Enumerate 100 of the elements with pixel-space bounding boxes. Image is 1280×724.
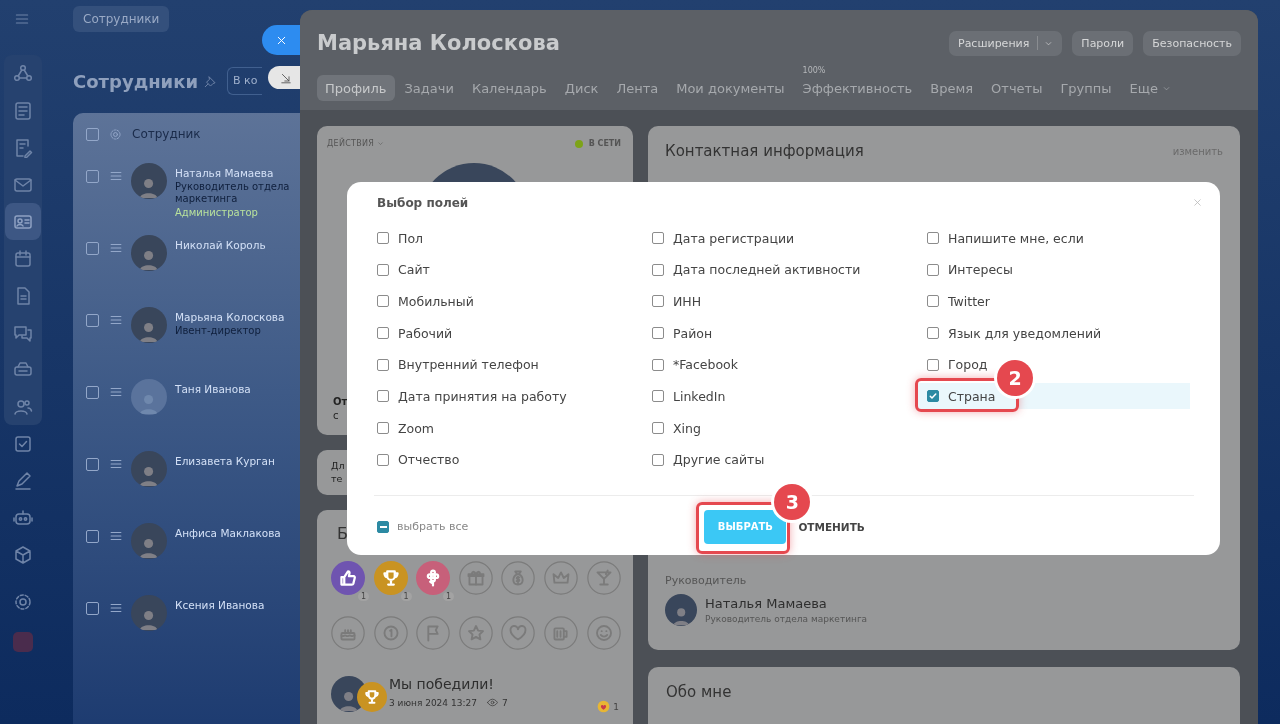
checkbox-field[interactable]: Мобильный <box>377 293 474 309</box>
signature-icon[interactable] <box>12 470 33 491</box>
square-icon <box>12 632 33 652</box>
badge-count: 1 <box>400 592 412 601</box>
manager-position: Руководитель отдела маркетинга <box>705 614 868 624</box>
drag-handle-icon[interactable] <box>109 385 123 399</box>
employee-name[interactable]: Наталья Мамаева <box>175 167 300 179</box>
drag-handle-icon[interactable] <box>109 529 123 543</box>
badge-count: 1 <box>443 592 455 601</box>
avatar <box>131 523 167 559</box>
checkbox-field[interactable]: Дата последней активности <box>652 262 861 278</box>
money-bag-icon <box>501 561 536 595</box>
menu-icon[interactable] <box>13 11 30 27</box>
checkbox-field[interactable]: Сайт <box>377 262 430 278</box>
cancel-button[interactable]: ОТМЕНИТЬ <box>792 519 871 534</box>
settings-icon[interactable] <box>12 591 33 612</box>
employee-name[interactable]: Ксения Иванова <box>175 599 300 611</box>
checkbox[interactable] <box>86 530 99 543</box>
checkbox-field[interactable]: Другие сайты <box>652 452 765 468</box>
arrow-icon <box>280 71 292 84</box>
employee-name[interactable]: Таня Иванова <box>175 383 300 395</box>
checkbox[interactable] <box>86 386 99 399</box>
checkbox-field[interactable]: Рабочий <box>377 325 453 341</box>
checkbox[interactable] <box>86 314 99 327</box>
flag-icon <box>416 616 451 650</box>
checkbox-field[interactable]: Zoom <box>377 420 435 436</box>
avatar <box>131 451 167 487</box>
header-button[interactable]: Пароли <box>1072 30 1134 56</box>
drag-handle-icon[interactable] <box>109 241 123 255</box>
drag-handle-icon[interactable] <box>109 601 123 615</box>
checkbox[interactable] <box>86 242 99 255</box>
check-icon <box>928 391 938 402</box>
checkbox-field[interactable]: Пол <box>377 230 424 246</box>
employee-name[interactable]: Марьяна Колоскова <box>175 311 300 323</box>
checkbox-field[interactable]: Xing <box>652 420 701 436</box>
pin-icon[interactable] <box>204 74 218 88</box>
reaction-count: 1 <box>613 701 619 712</box>
checkbox-field[interactable]: Район <box>652 325 713 341</box>
task-icon[interactable] <box>12 433 33 454</box>
post-date: 3 июня 2024 13:27 <box>389 697 477 708</box>
checkbox[interactable] <box>86 602 99 615</box>
checkbox[interactable] <box>86 458 99 471</box>
checkbox-field[interactable]: Дата принятия на работу <box>377 388 567 404</box>
employee-name[interactable]: Николай Король <box>175 239 300 251</box>
drag-handle-icon[interactable] <box>109 457 123 471</box>
checkbox-field[interactable]: Внутренний телефон <box>377 357 539 373</box>
checkbox-field[interactable]: Язык для уведомлений <box>927 325 1102 341</box>
box-icon[interactable] <box>12 544 33 565</box>
avatar <box>131 595 167 631</box>
nodes-icon[interactable] <box>12 63 33 84</box>
mug-icon <box>543 616 578 650</box>
avatar <box>131 235 167 271</box>
gift-icon <box>458 561 493 595</box>
checkbox-field[interactable]: Интересы <box>927 262 1013 278</box>
crown-icon <box>543 561 578 595</box>
card-title: Б <box>337 524 348 545</box>
checkbox-field[interactable]: Напишите мне, если <box>927 230 1084 246</box>
close-icon[interactable] <box>1192 197 1203 208</box>
column-header: Сотрудник <box>132 127 201 141</box>
emoji-icon <box>597 700 611 713</box>
manager-name[interactable]: Наталья Мамаева <box>705 596 868 611</box>
view-button[interactable]: В ко <box>227 67 263 95</box>
header-button[interactable]: Безопасность <box>1143 30 1241 56</box>
step-badge: 3 <box>774 483 811 520</box>
calendar-icon[interactable] <box>12 248 33 269</box>
employee-position: Ивент-директор <box>175 325 262 337</box>
field-label: Руководитель <box>665 574 748 587</box>
post-title[interactable]: Мы победили! <box>389 676 508 692</box>
card-text: Дл <box>331 459 345 472</box>
card-text: те <box>331 472 343 485</box>
drag-handle-icon[interactable] <box>109 313 123 327</box>
drag-handle-icon[interactable] <box>109 169 123 183</box>
checkbox-field[interactable]: Отчество <box>377 452 460 468</box>
settings-icon[interactable] <box>109 127 122 141</box>
select-all-checkbox[interactable]: выбрать все <box>377 520 469 534</box>
checkbox-field[interactable]: LinkedIn <box>652 388 726 404</box>
checkbox-field[interactable]: Дата регистрации <box>652 230 795 246</box>
employee-position: Руководитель отдела маркетинга <box>175 181 291 205</box>
cake-icon <box>331 616 365 650</box>
tab-percent: 100% <box>802 66 826 75</box>
employee-name[interactable]: Елизавета Курган <box>175 455 300 467</box>
coin-icon <box>373 616 408 650</box>
employee-name[interactable]: Анфиса Маклакова <box>175 527 300 539</box>
card-text: От <box>333 396 348 407</box>
eye-icon <box>486 697 498 708</box>
robot-icon[interactable] <box>12 507 33 528</box>
checkbox-field[interactable]: Город <box>927 357 988 373</box>
newspaper-icon[interactable] <box>12 100 33 121</box>
smile-icon <box>586 616 621 650</box>
checkbox-field[interactable]: Страна <box>927 388 996 404</box>
breadcrumb-button[interactable]: Сотрудники <box>73 6 170 32</box>
view-count: 7 <box>501 697 508 708</box>
header-button[interactable]: Расширения <box>949 30 1063 56</box>
checkbox-field[interactable]: ИНН <box>652 293 702 309</box>
checkbox[interactable] <box>86 170 99 183</box>
checkbox[interactable] <box>86 127 99 141</box>
card-text: с <box>333 410 339 421</box>
checkbox-field[interactable]: Twitter <box>927 293 990 309</box>
checkbox-field[interactable]: *Facebook <box>652 357 738 373</box>
contact-card-menu-item[interactable] <box>4 203 41 240</box>
